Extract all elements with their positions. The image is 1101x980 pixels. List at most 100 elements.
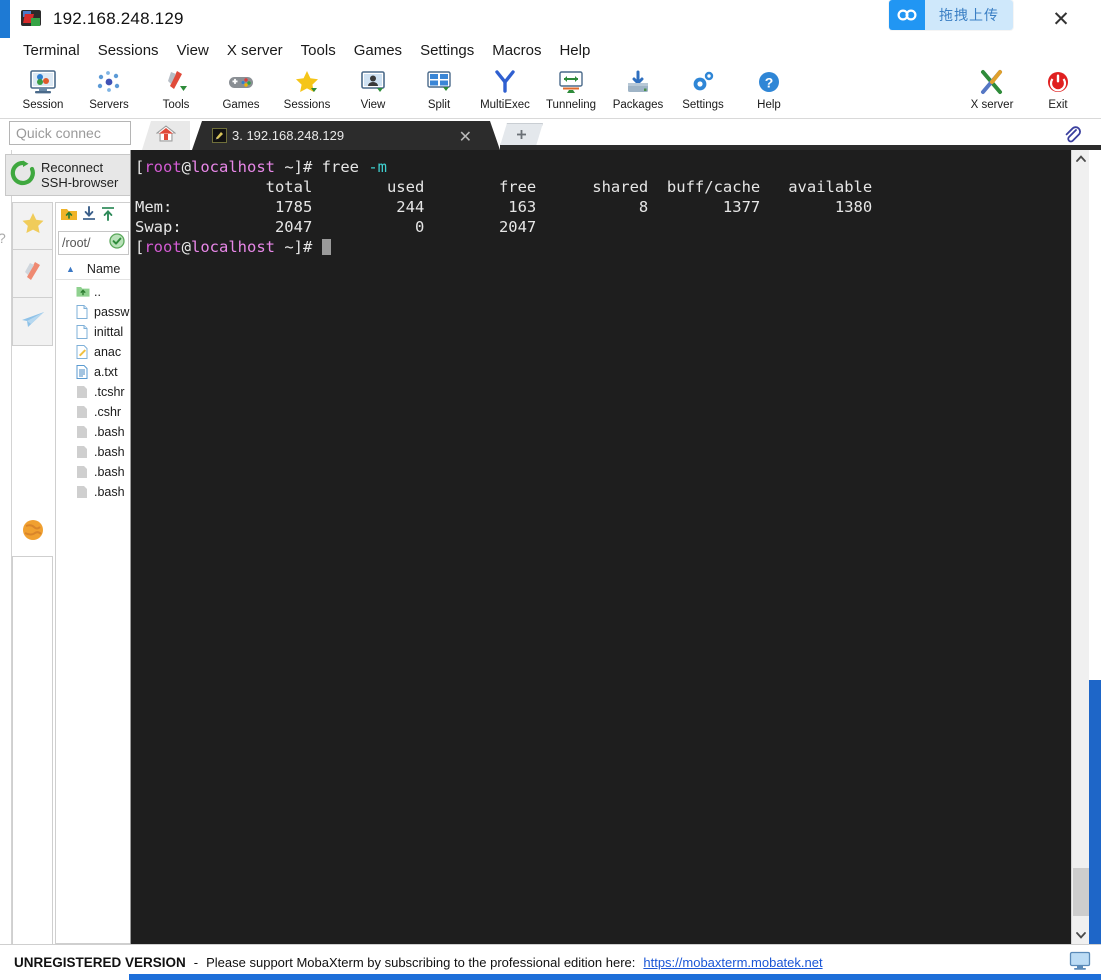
mobatek-link[interactable]: https://mobaxterm.mobatek.net: [643, 955, 822, 970]
toolbar-view-label: View: [360, 99, 386, 111]
drag-upload-badge[interactable]: 拖拽上传: [889, 0, 1013, 30]
toolbar-servers-button[interactable]: Servers: [75, 65, 143, 117]
reconnect-line2: SSH-browser: [41, 175, 119, 190]
menu-terminal[interactable]: Terminal: [14, 40, 89, 61]
mobaxterm-window: 192.168.248.129 拖拽上传 ✕ Terminal Sessions…: [0, 0, 1101, 980]
toolbar-tunneling-label: Tunneling: [545, 99, 597, 111]
prompt-host: localhost: [191, 158, 276, 176]
menu-help[interactable]: Help: [550, 40, 599, 61]
paperclip-icon[interactable]: [1061, 124, 1083, 146]
toolbar-xserver-button[interactable]: X server: [958, 65, 1026, 117]
toolbar-packages-button[interactable]: Packages: [604, 65, 672, 117]
home-icon: [155, 124, 177, 148]
list-item[interactable]: .bash: [56, 442, 130, 462]
menu-sessions[interactable]: Sessions: [89, 40, 168, 61]
file-browser-column-header[interactable]: ▲ Name: [56, 258, 130, 280]
list-item[interactable]: .bash: [56, 462, 130, 482]
list-item[interactable]: .tcshr: [56, 382, 130, 402]
sidebar-sftp-button[interactable]: [12, 298, 53, 346]
file-hidden-icon: [76, 485, 90, 500]
file-name: anac: [94, 345, 122, 359]
menu-xserver[interactable]: X server: [218, 40, 292, 61]
star-icon: [293, 67, 321, 97]
sidebar-bookmarks-button[interactable]: [12, 202, 53, 250]
toolbar-games-button[interactable]: Games: [207, 65, 275, 117]
taskbar-accent: [129, 974, 1101, 980]
title-right-edge: [1089, 0, 1101, 38]
sidebar-lower-panel: [12, 556, 53, 944]
globe-icon: [20, 517, 46, 548]
file-browser-path-input[interactable]: /root/: [58, 231, 129, 255]
menu-tools[interactable]: Tools: [292, 40, 345, 61]
list-item[interactable]: .cshr: [56, 402, 130, 422]
file-hidden-icon: [76, 465, 90, 480]
window-accent-stripe: [0, 0, 10, 38]
sidebar-icon-strip: [12, 202, 53, 502]
scroll-thumb[interactable]: [1073, 868, 1089, 916]
file-browser-path-text: /root/: [62, 236, 91, 250]
tools-icon: [162, 67, 190, 97]
toolbar-exit-button[interactable]: Exit: [1024, 65, 1092, 117]
terminal-line-swap: Swap: 2047 0 2047: [135, 218, 537, 236]
list-item[interactable]: anac: [56, 342, 130, 362]
file-edit-icon: [76, 344, 90, 360]
toolbar-session-button[interactable]: Session: [9, 65, 77, 117]
quick-connect-input[interactable]: Quick connec: [9, 121, 131, 145]
window-title: 192.168.248.129: [53, 9, 184, 28]
toolbar-view-button[interactable]: View: [339, 65, 407, 117]
upload-icon[interactable]: [100, 206, 116, 227]
session-icon: [29, 67, 57, 97]
list-item[interactable]: .bash: [56, 482, 130, 502]
terminal-vertical-scrollbar[interactable]: [1071, 150, 1089, 944]
toolbar-tools-button[interactable]: Tools: [142, 65, 210, 117]
list-item[interactable]: inittal: [56, 322, 130, 342]
servers-icon: [95, 67, 123, 97]
toolbar-multiexec-button[interactable]: MultiExec: [471, 65, 539, 117]
reconnect-ssh-browser-button[interactable]: Reconnect SSH-browser: [5, 154, 130, 196]
toolbar-settings-button[interactable]: Settings: [669, 65, 737, 117]
tab-home[interactable]: [142, 121, 190, 150]
file-blank-icon: [76, 324, 90, 340]
list-item[interactable]: passw: [56, 302, 130, 322]
toolbar-help-label: Help: [757, 99, 781, 111]
file-name: inittal: [94, 325, 124, 339]
sidebar-macros-button[interactable]: [12, 510, 53, 554]
file-name: a.txt: [94, 365, 118, 379]
scroll-down-icon[interactable]: [1072, 926, 1090, 944]
left-sidebar: Reconnect SSH-browser ?: [0, 150, 131, 944]
file-blank-icon: [76, 304, 90, 320]
terminal-cursor: [321, 239, 331, 255]
exit-icon: [1044, 67, 1072, 97]
window-close-button[interactable]: ✕: [1045, 4, 1077, 34]
file-name: ..: [94, 285, 101, 299]
menu-macros[interactable]: Macros: [483, 40, 550, 61]
download-icon[interactable]: [81, 205, 97, 227]
sidebar-tools-button[interactable]: [12, 250, 53, 298]
toolbar-sessions-label: Sessions: [283, 99, 331, 111]
toolbar-tunneling-button[interactable]: Tunneling: [537, 65, 605, 117]
list-item[interactable]: .bash: [56, 422, 130, 442]
plus-icon: [516, 129, 527, 140]
menu-games[interactable]: Games: [345, 40, 411, 61]
toolbar-sessions-button[interactable]: Sessions: [273, 65, 341, 117]
tab-session-192-168-248-129[interactable]: 3. 192.168.248.129 ✕: [192, 121, 500, 150]
toolbar-split-button[interactable]: Split: [405, 65, 473, 117]
sidebar-help-marker: ?: [0, 230, 6, 246]
terminal-panel[interactable]: [root@localhost ~]# free -m total used f…: [131, 150, 1071, 944]
new-tab-button[interactable]: [500, 123, 543, 146]
menu-view[interactable]: View: [168, 40, 218, 61]
list-item[interactable]: a.txt: [56, 362, 130, 382]
prompt-tail: ~]# free: [275, 158, 369, 176]
toolbar-help-button[interactable]: ? Help: [735, 65, 803, 117]
terminal-output: [root@localhost ~]# free -m total used f…: [135, 158, 873, 256]
main-toolbar: Session Servers Tools Games Sessions Vie…: [0, 63, 1101, 119]
refresh-icon: [10, 160, 36, 191]
monitor-icon[interactable]: [1069, 951, 1091, 971]
prompt2-tail: ~]#: [275, 238, 322, 256]
toolbar-packages-label: Packages: [612, 99, 664, 111]
list-item[interactable]: ..: [56, 282, 130, 302]
scroll-up-icon[interactable]: [1072, 150, 1090, 168]
folder-up-icon[interactable]: [60, 206, 78, 227]
tab-close-icon[interactable]: ✕: [459, 127, 472, 147]
menu-settings[interactable]: Settings: [411, 40, 483, 61]
